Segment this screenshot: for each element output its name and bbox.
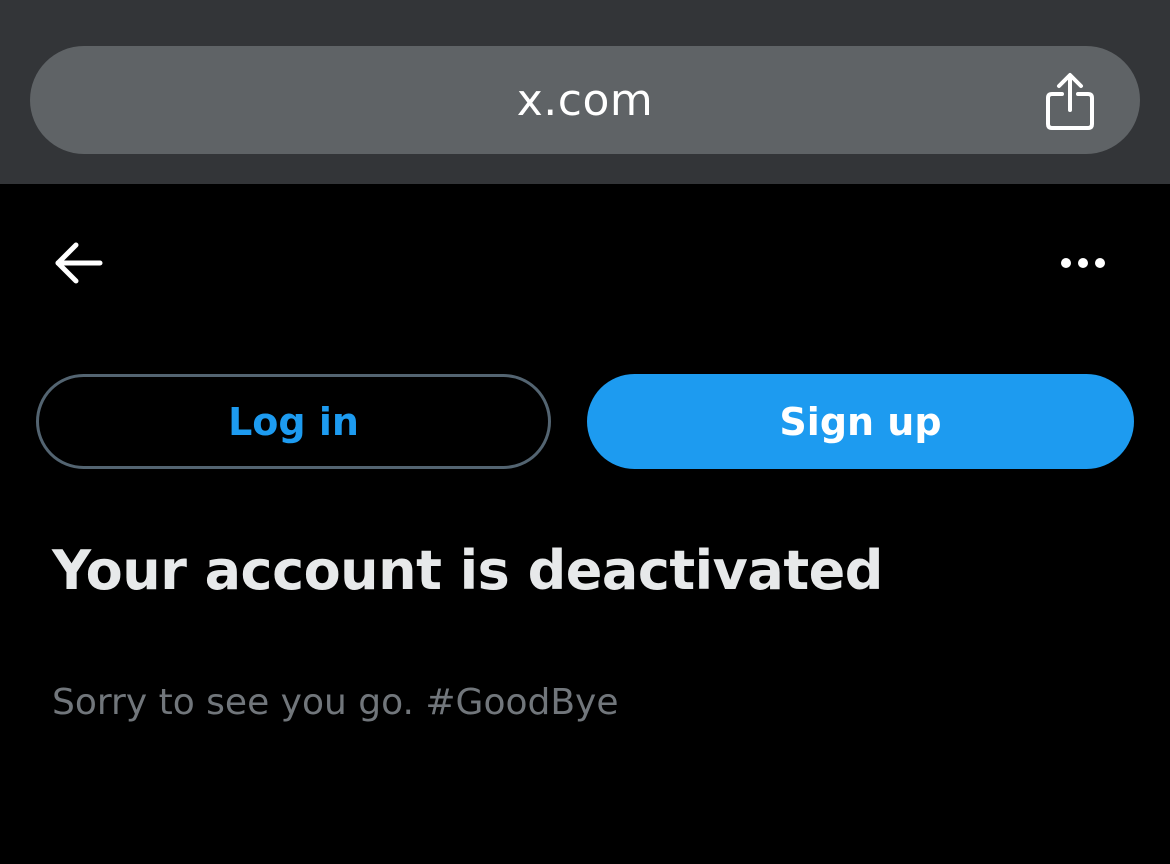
signup-button[interactable]: Sign up bbox=[587, 374, 1134, 469]
login-button[interactable]: Log in bbox=[36, 374, 551, 469]
signup-button-label: Sign up bbox=[779, 399, 942, 444]
arrow-left-icon[interactable] bbox=[52, 240, 106, 286]
address-bar[interactable]: x.com bbox=[30, 46, 1140, 154]
profile-page: Log in Sign up Your account is deactivat… bbox=[0, 184, 1170, 864]
login-button-label: Log in bbox=[228, 399, 359, 444]
share-icon[interactable] bbox=[1040, 70, 1100, 132]
deactivation-message: Sorry to see you go. #GoodBye bbox=[52, 682, 619, 723]
more-horizontal-icon[interactable] bbox=[1056, 248, 1112, 278]
browser-toolbar: x.com bbox=[0, 0, 1170, 184]
page-title: Your account is deactivated bbox=[52, 539, 883, 602]
url-text[interactable]: x.com bbox=[30, 46, 1140, 154]
